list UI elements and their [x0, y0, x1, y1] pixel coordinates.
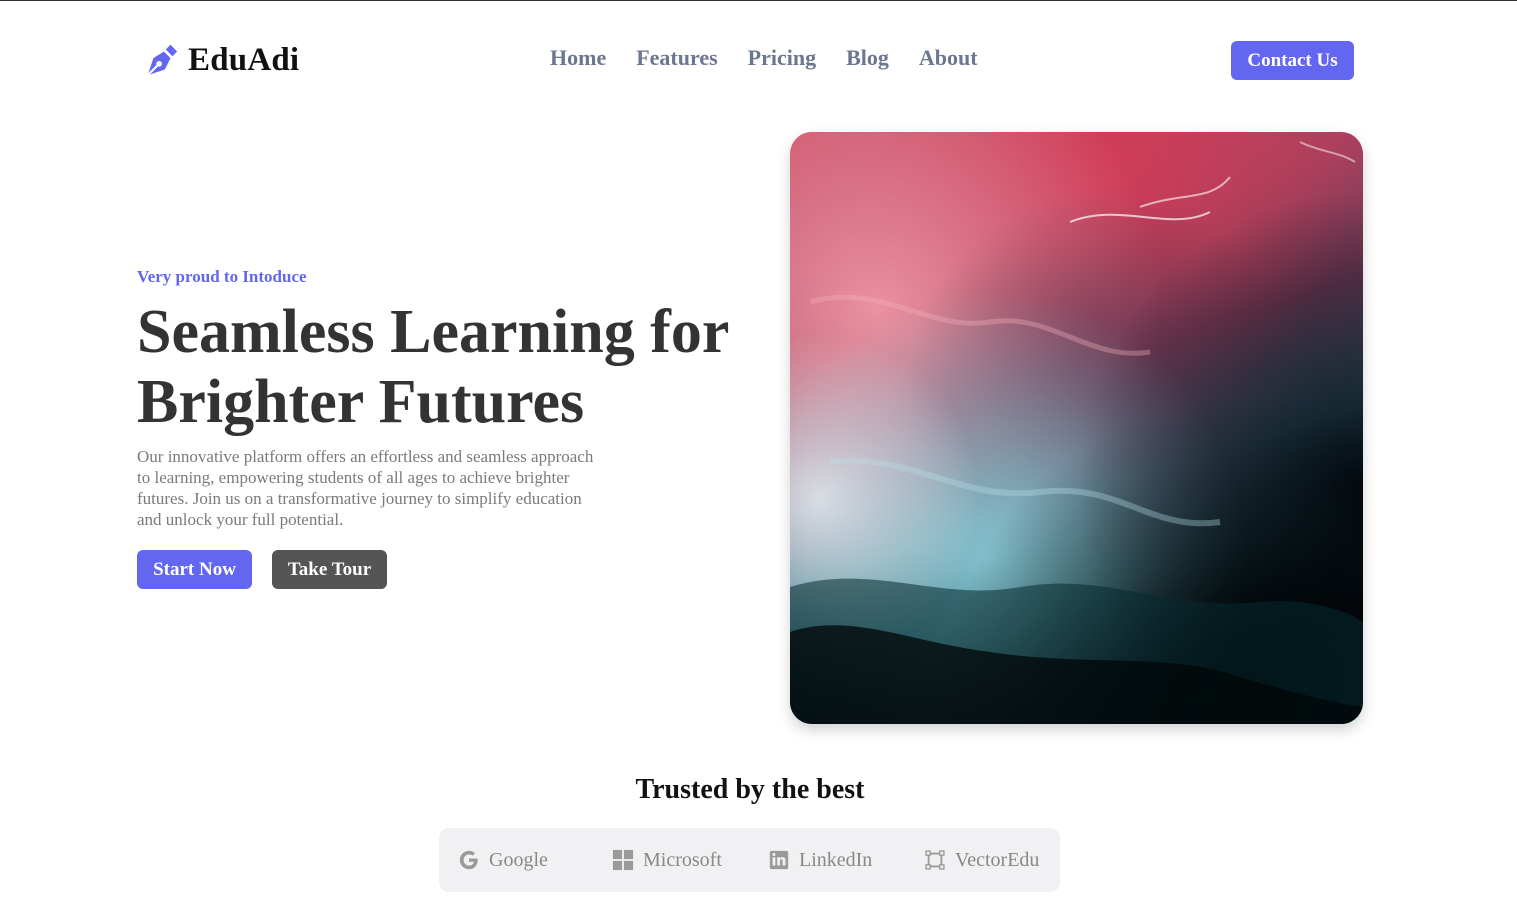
logo-google-label: Google — [489, 848, 548, 871]
main-nav: Home Features Pricing Blog About — [550, 45, 978, 71]
nav-features[interactable]: Features — [636, 45, 717, 71]
hero-image — [790, 132, 1363, 724]
brand-name: EduAdi — [188, 41, 300, 78]
logo-google: Google — [458, 849, 612, 872]
hero-description: Our innovative platform offers an effort… — [137, 447, 594, 529]
logo-linkedin: LinkedIn — [768, 849, 924, 872]
logo-vectoredu: VectorEdu — [924, 849, 1039, 872]
nav-blog[interactable]: Blog — [846, 45, 889, 71]
linkedin-icon — [769, 850, 789, 870]
brand-logo[interactable]: EduAdi — [142, 41, 299, 79]
trusted-title: Trusted by the best — [635, 774, 865, 805]
nav-home[interactable]: Home — [550, 45, 606, 71]
hero-eyebrow: Very proud to Intoduce — [137, 267, 307, 286]
logo-linkedin-label: LinkedIn — [799, 848, 873, 871]
abstract-fluid-image — [790, 132, 1363, 724]
start-now-button[interactable]: Start Now — [137, 550, 252, 589]
partner-logos-strip: Google Microsoft LinkedIn VectorEdu — [439, 828, 1060, 892]
pen-nib-icon — [146, 44, 178, 77]
google-icon — [459, 850, 478, 870]
logo-microsoft: Microsoft — [612, 849, 768, 872]
contact-us-button[interactable]: Contact Us — [1231, 41, 1354, 80]
vector-square-icon — [925, 850, 945, 870]
take-tour-button[interactable]: Take Tour — [272, 550, 387, 589]
logo-vectoredu-label: VectorEdu — [955, 848, 1040, 871]
microsoft-icon — [612, 849, 634, 871]
nav-pricing[interactable]: Pricing — [748, 45, 816, 71]
hero-title: Seamless Learning for Brighter Futures — [137, 297, 757, 437]
hero-title-line1: Seamless Learning for — [137, 298, 730, 366]
hero-title-line2: Brighter Futures — [137, 368, 585, 436]
logo-microsoft-label: Microsoft — [643, 848, 722, 871]
nav-about[interactable]: About — [919, 45, 978, 71]
site-header: EduAdi Home Features Pricing Blog About … — [0, 1, 1517, 119]
